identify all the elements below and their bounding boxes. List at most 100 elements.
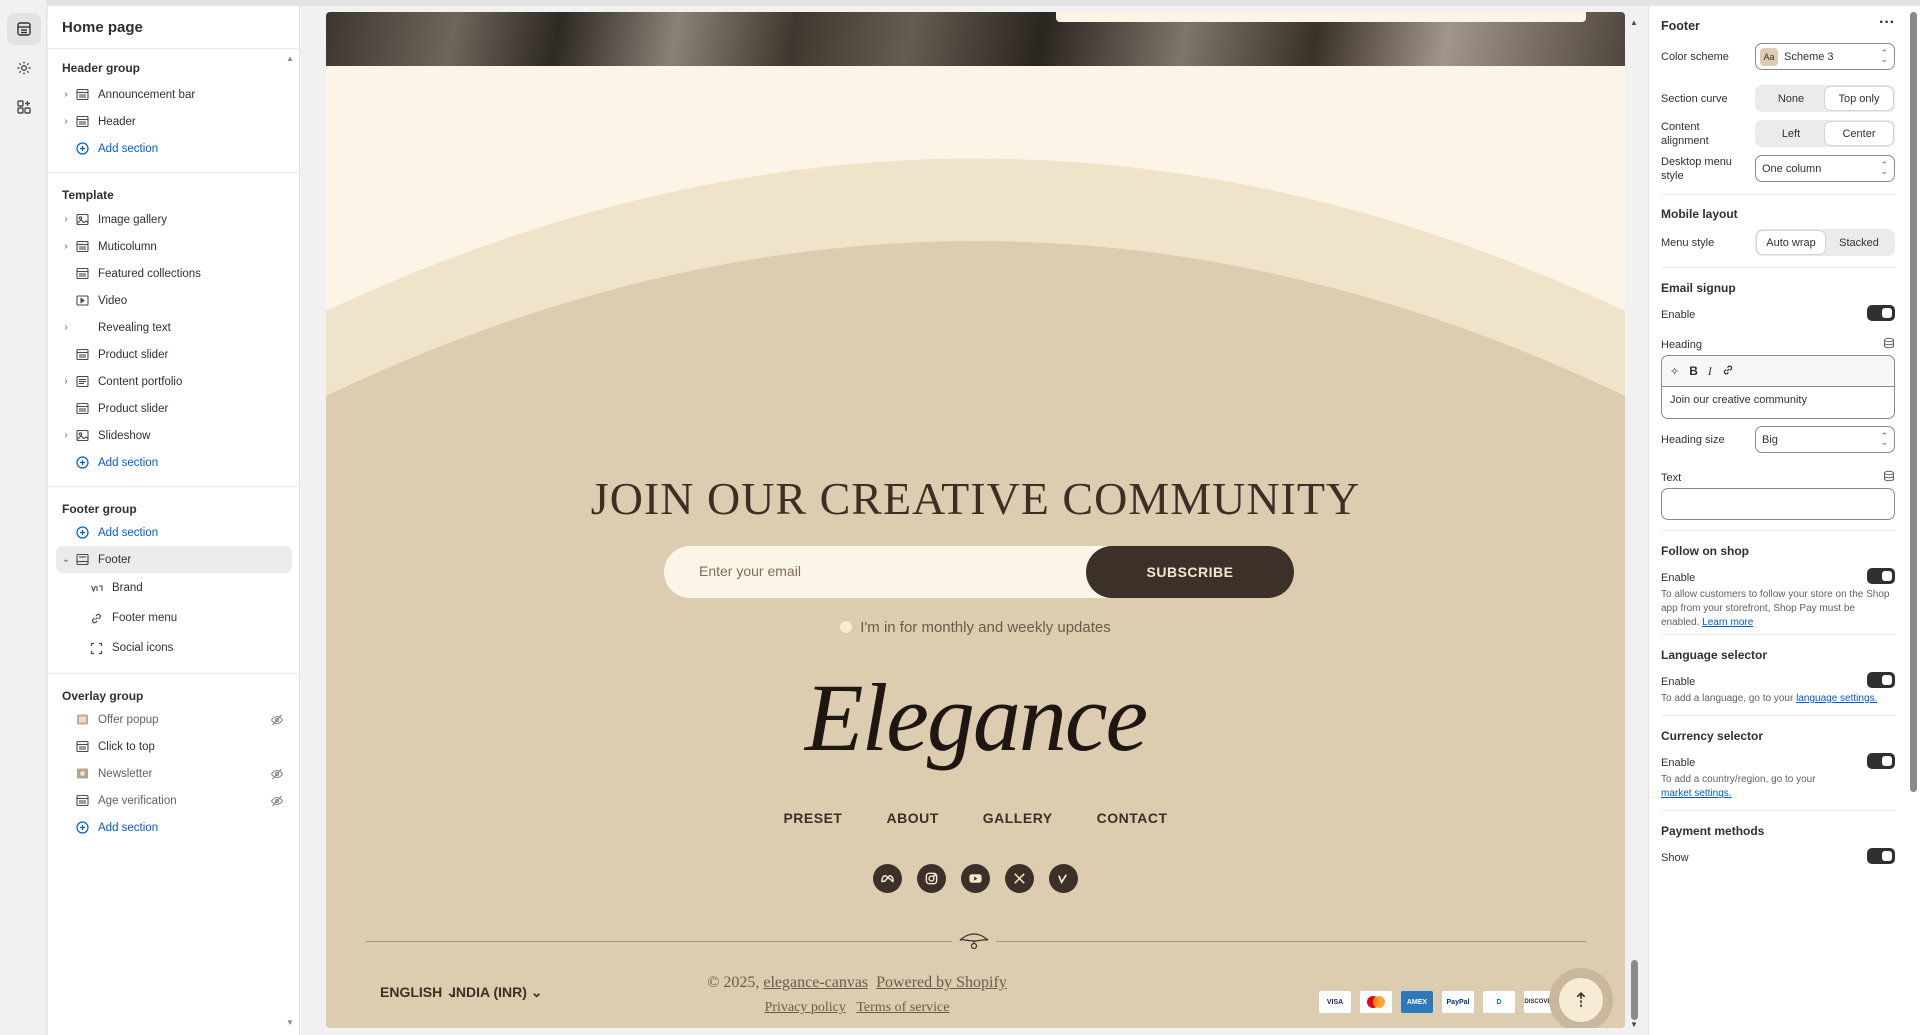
meta-icon[interactable] [873,864,902,893]
settings-scrollbar[interactable] [1909,12,1918,1032]
menu-link-preset[interactable]: PRESET [783,810,842,826]
hidden-eye-icon[interactable] [270,713,284,727]
hidden-eye-icon[interactable] [270,767,284,781]
curve-none-option[interactable]: None [1757,87,1825,110]
dynamic-source-icon[interactable] [1883,336,1895,349]
dynamic-source-icon[interactable] [1883,469,1895,482]
preview-scrollbar[interactable]: ▲ ▼ [1628,12,1640,1032]
youtube-icon[interactable] [961,864,990,893]
click-to-top-button[interactable]: ⇡ [1549,968,1613,1028]
section-footer[interactable]: ⌄ Footer [56,546,292,573]
payment-methods-toggle[interactable] [1867,848,1895,864]
learn-more-link[interactable]: Learn more [1702,617,1753,628]
section-offer-popup[interactable]: Offer popup [56,706,292,733]
storefront-preview[interactable]: JOIN OUR CREATIVE COMMUNITY Enter your e… [326,12,1625,1028]
policy-links: Privacy policy Terms of service [326,1000,1388,1016]
link-icon[interactable] [1722,364,1734,379]
chevron-right-icon[interactable]: › [61,241,71,252]
italic-icon[interactable]: I [1708,364,1712,379]
scroll-down-arrow[interactable]: ▼ [285,1018,295,1027]
menu-link-contact[interactable]: CONTACT [1097,810,1168,826]
sections-icon[interactable] [7,13,41,45]
instagram-icon[interactable] [917,864,946,893]
theme-editor: Home page ▲ ▼ Header group › Announcemen… [0,0,1920,1035]
auto-wrap-option[interactable]: Auto wrap [1757,231,1825,254]
section-content-portfolio[interactable]: › Content portfolio [56,368,292,395]
scroll-up-arrow[interactable]: ▲ [1630,18,1638,27]
chevron-right-icon[interactable]: › [61,430,71,441]
vimeo-icon[interactable] [1049,864,1078,893]
language-settings-link[interactable]: language settings. [1796,693,1877,704]
updates-checkbox[interactable] [840,621,853,633]
desktop-menu-style-select[interactable]: One column ⌃ ⌄ [1755,155,1895,182]
section-product-slider[interactable]: Product slider [56,341,292,368]
x-icon[interactable] [1005,864,1034,893]
chevron-right-icon[interactable]: › [61,89,71,100]
curve-top-only-option[interactable]: Top only [1825,87,1893,110]
heading-size-select[interactable]: Big ⌃ ⌄ [1755,426,1895,453]
section-age-verification[interactable]: Age verification [56,787,292,814]
currency-selector-toggle[interactable] [1867,753,1895,769]
scroll-thumb[interactable] [1910,12,1917,792]
section-announcement-bar[interactable]: › Announcement bar [56,81,292,108]
ornament-icon [959,933,989,950]
ai-sparkle-icon[interactable]: ✧ [1670,365,1679,378]
add-section-button[interactable]: Add section [56,814,292,841]
section-click-to-top[interactable]: Click to top [56,733,292,760]
scroll-down-arrow[interactable]: ▼ [1630,1020,1638,1029]
section-header[interactable]: › Header [56,108,292,135]
follow-on-shop-toggle[interactable] [1867,568,1895,584]
heading-rich-text-editor[interactable]: ✧ B I Join our creative community [1661,355,1895,419]
heading-text-value[interactable]: Join our creative community [1662,387,1894,413]
apps-icon[interactable] [7,91,41,123]
settings-gear-icon[interactable] [7,52,41,84]
chevron-right-icon[interactable]: › [61,376,71,387]
align-left-option[interactable]: Left [1757,122,1825,145]
divider [1661,634,1895,635]
color-scheme-select[interactable]: Aa Scheme 3 ⌃ ⌄ [1755,43,1895,70]
add-section-button[interactable]: Add section [56,135,292,162]
section-featured-collections[interactable]: Featured collections [56,260,292,287]
add-section-button[interactable]: Add section [56,449,292,476]
updates-checkbox-row[interactable]: I'm in for monthly and weekly updates [326,619,1625,636]
language-selector-toggle[interactable] [1867,672,1895,688]
section-product-slider-2[interactable]: Product slider [56,395,292,422]
rte-toolbar: ✧ B I [1662,356,1894,387]
menu-link-about[interactable]: ABOUT [886,810,938,826]
powered-by-link[interactable]: Powered by Shopify [876,974,1007,991]
section-newsletter[interactable]: Newsletter [56,760,292,787]
chevron-right-icon[interactable]: › [61,322,71,333]
stacked-option[interactable]: Stacked [1825,231,1893,254]
section-image-gallery[interactable]: › Image gallery [56,206,292,233]
add-section-button[interactable]: Add section [56,519,292,546]
currency-help-text: To add a country/region, go to your marke… [1661,774,1816,799]
brand-logo[interactable]: Elegance [326,662,1625,773]
section-slideshow[interactable]: › Slideshow [56,422,292,449]
section-label: Announcement bar [98,88,196,101]
chevron-right-icon[interactable]: › [61,116,71,127]
scroll-thumb[interactable] [1631,960,1638,1020]
align-center-option[interactable]: Center [1825,122,1893,145]
chevron-down-icon[interactable]: ⌄ [61,554,71,565]
hidden-eye-icon[interactable] [270,794,284,808]
subscribe-button[interactable]: SUBSCRIBE [1086,546,1294,598]
market-settings-link[interactable]: market settings. [1661,788,1732,799]
menu-link-gallery[interactable]: GALLERY [983,810,1053,826]
copyright: © 2025, elegance-canvas Powered by Shopi… [707,974,1007,991]
store-link[interactable]: elegance-canvas [763,974,868,991]
block-social-icons[interactable]: Social icons [56,633,292,663]
email-signup-toggle[interactable] [1867,305,1895,321]
privacy-policy-link[interactable]: Privacy policy [765,1000,846,1015]
section-video[interactable]: Video [56,287,292,314]
section-icon [76,115,89,128]
bold-icon[interactable]: B [1689,364,1698,378]
text-input[interactable] [1661,488,1895,520]
more-options-icon[interactable]: ··· [1879,14,1895,32]
section-muticolumn[interactable]: › Muticolumn [56,233,292,260]
chevron-right-icon[interactable]: › [61,214,71,225]
block-footer-menu[interactable]: Footer menu [56,603,292,633]
section-revealing-text[interactable]: › Revealing text [56,314,292,341]
block-brand[interactable]: Brand [56,573,292,603]
color-scheme-label: Color scheme [1661,51,1729,63]
terms-link[interactable]: Terms of service [856,1000,949,1015]
